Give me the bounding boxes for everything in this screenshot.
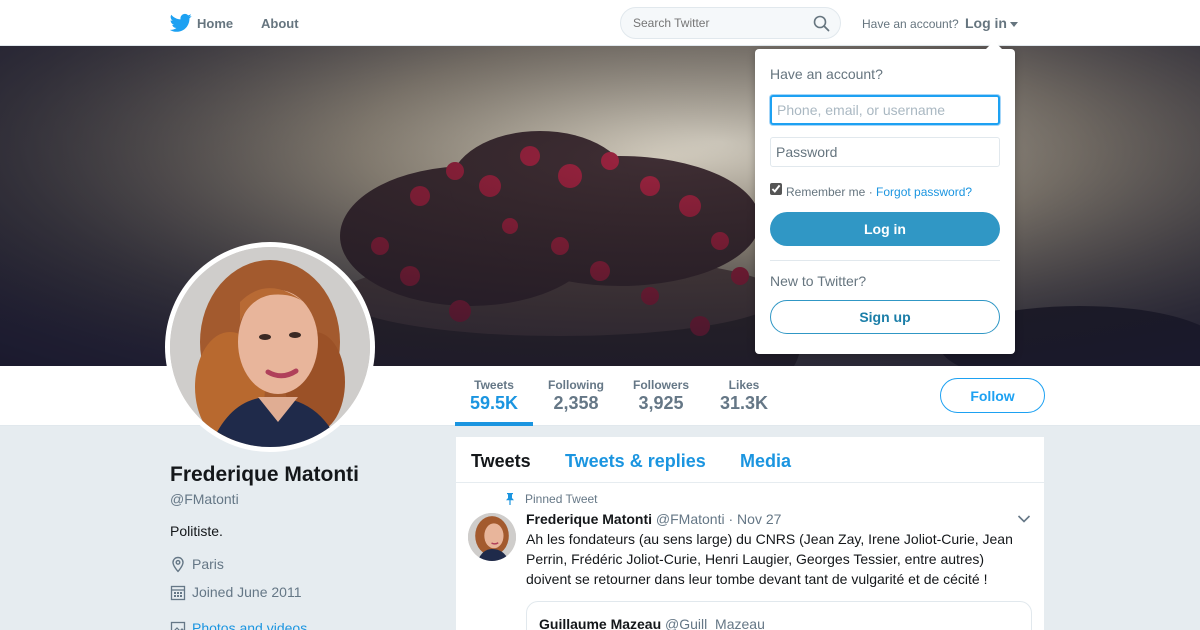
avatar-image <box>170 247 370 447</box>
stat-following[interactable]: Following 2,358 <box>548 378 604 414</box>
tab-media[interactable]: Media <box>740 451 791 472</box>
remember-me-row: Remember me · Forgot password? <box>786 185 972 199</box>
nav-home-link[interactable]: Home <box>197 16 233 31</box>
remember-me-label[interactable]: Remember me <box>786 185 865 199</box>
profile-bio: Politiste. <box>170 523 223 539</box>
remember-separator: · <box>865 185 877 199</box>
quoted-tweet[interactable]: Guillaume Mazeau @Guill_Mazeau <box>526 601 1032 630</box>
have-account-text: Have an account? <box>862 17 959 31</box>
joined-text: Joined June 2011 <box>192 584 302 600</box>
tweet-author-name[interactable]: Frederique Matonti <box>526 511 652 527</box>
stat-tweets[interactable]: Tweets 59.5K <box>470 378 518 414</box>
login-dropdown-title: Have an account? <box>770 66 883 82</box>
pin-icon <box>506 493 514 505</box>
search-box <box>620 7 841 39</box>
password-input[interactable] <box>770 137 1000 167</box>
stat-label: Tweets <box>474 378 514 392</box>
tweet-author-handle[interactable]: @FMatonti <box>656 511 725 527</box>
tab-tweets[interactable]: Tweets <box>471 451 531 472</box>
profile-avatar[interactable] <box>165 242 375 452</box>
location-pin-icon <box>172 556 184 573</box>
profile-handle[interactable]: @FMatonti <box>170 491 239 507</box>
quoted-tweet-header: Guillaume Mazeau @Guill_Mazeau <box>539 616 765 630</box>
timeline: Tweets Tweets & replies Media Pinned Twe… <box>456 437 1044 630</box>
search-input[interactable] <box>633 16 803 30</box>
caret-down-icon <box>1010 21 1018 27</box>
signup-button[interactable]: Sign up <box>770 300 1000 334</box>
forgot-password-link[interactable]: Forgot password? <box>876 185 972 199</box>
username-input[interactable] <box>770 95 1000 125</box>
stat-label: Followers <box>633 378 690 392</box>
photos-videos-link[interactable]: Photos and videos <box>192 620 307 630</box>
tweet-separator: · <box>728 511 734 527</box>
dropdown-arrow <box>986 41 1002 49</box>
dropdown-divider <box>770 260 1000 261</box>
stat-value: 59.5K <box>470 393 519 413</box>
quoted-author-name: Guillaume Mazeau <box>539 616 662 630</box>
tweet-avatar[interactable] <box>468 513 516 561</box>
stat-value: 31.3K <box>720 393 769 413</box>
tab-tweets-replies[interactable]: Tweets & replies <box>565 451 706 472</box>
stat-value: 2,358 <box>553 393 599 413</box>
chevron-down-icon[interactable] <box>1017 514 1031 524</box>
login-dropdown-toggle[interactable]: Log in <box>965 15 1018 31</box>
active-stat-underline <box>455 422 533 426</box>
stat-value: 3,925 <box>638 393 684 413</box>
tweet-header: Frederique Matonti @FMatonti · Nov 27 <box>526 511 781 527</box>
profile-name[interactable]: Frederique Matonti <box>170 463 359 487</box>
login-toggle-label: Log in <box>965 15 1007 31</box>
photo-icon <box>170 621 186 630</box>
stat-likes[interactable]: Likes 31.3K <box>720 378 768 414</box>
location-text: Paris <box>192 556 224 572</box>
remember-me-checkbox[interactable] <box>770 183 782 195</box>
stat-label: Likes <box>728 378 760 392</box>
twitter-bird-icon[interactable] <box>170 13 192 33</box>
calendar-icon <box>170 585 186 601</box>
stat-label: Following <box>548 378 604 392</box>
tweet-date[interactable]: Nov 27 <box>737 511 781 527</box>
search-icon[interactable] <box>813 15 830 32</box>
login-button[interactable]: Log in <box>770 212 1000 246</box>
login-dropdown: Have an account? Remember me · Forgot pa… <box>755 41 1015 354</box>
tweet-text: Ah les fondateurs (au sens large) du CNR… <box>526 531 1013 587</box>
follow-button[interactable]: Follow <box>940 378 1045 413</box>
top-navigation: Home About Have an account? Log in <box>0 0 1200 46</box>
timeline-tabs: Tweets Tweets & replies Media <box>456 437 1044 483</box>
nav-about-link[interactable]: About <box>261 16 299 31</box>
new-to-twitter-text: New to Twitter? <box>770 273 867 289</box>
pinned-tweet-label: Pinned Tweet <box>525 492 598 506</box>
stat-followers[interactable]: Followers 3,925 <box>633 378 689 414</box>
quoted-author-handle: @Guill_Mazeau <box>665 616 765 630</box>
